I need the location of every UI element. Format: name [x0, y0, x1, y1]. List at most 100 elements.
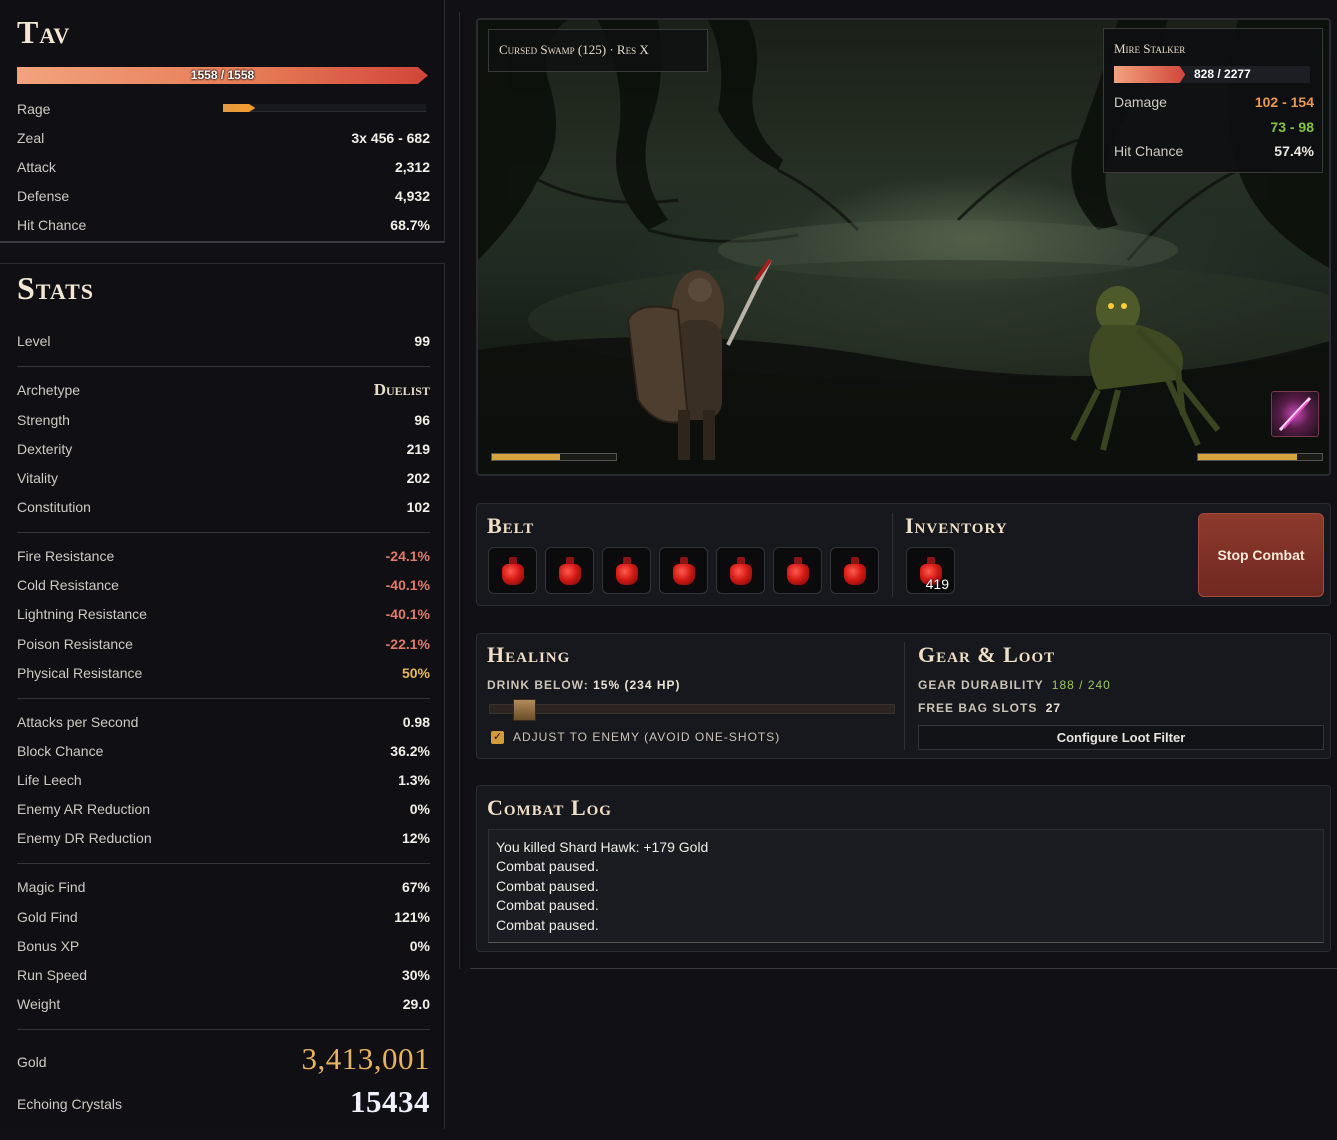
gear-title: Gear & Loot	[918, 642, 1056, 667]
log-line: Combat paused.	[496, 897, 599, 914]
stat-label: Lightning Resistance	[17, 606, 147, 622]
stat-label: Magic Find	[17, 879, 86, 895]
crystals-value: 15434	[350, 1084, 430, 1119]
misc-stat-row: Bonus XP 0%	[17, 936, 430, 956]
enemy-damage-label: Damage	[1114, 94, 1167, 110]
combat-log[interactable]: You killed Shard Hawk: +179 Gold Combat …	[488, 829, 1324, 943]
stat-label: Enemy DR Reduction	[17, 830, 152, 846]
stat-value: 50%	[401, 665, 430, 681]
drink-below-label: Drink below: 15% (234 HP)	[487, 678, 681, 692]
belt-slot[interactable]	[659, 547, 708, 594]
rage-bar	[223, 104, 426, 112]
stop-combat-button[interactable]: Stop Combat	[1198, 513, 1324, 597]
stat-value: 121%	[394, 909, 430, 925]
attribute-row: Vitality 202	[17, 468, 430, 488]
misc-stat-row: Run Speed 30%	[17, 965, 430, 985]
stat-value: 68.7%	[390, 217, 430, 233]
heal-threshold-thumb[interactable]	[513, 699, 536, 721]
enemy-action-bar-fill	[1198, 454, 1298, 460]
adjust-enemy-label: Adjust to enemy (avoid one-shots)	[513, 730, 781, 744]
enemy-hit-value: 57.4%	[1274, 143, 1314, 159]
bottom-divider	[470, 968, 1337, 969]
divider	[17, 1029, 430, 1030]
stat-label: Strength	[17, 412, 70, 428]
healing-title: Healing	[487, 642, 571, 667]
defense-row: Defense 4,932	[17, 186, 430, 206]
stat-value: 0%	[409, 801, 430, 817]
stat-value: 219	[406, 441, 430, 457]
gold-label: Gold	[17, 1054, 47, 1070]
drink-below-value: 15% (234 HP)	[593, 678, 681, 692]
combat-stat-row: Attacks per Second 0.98	[17, 712, 430, 732]
free-bag-value: 27	[1045, 701, 1062, 715]
attribute-row: Strength 96	[17, 410, 430, 430]
belt-slot[interactable]	[716, 547, 765, 594]
stat-label: Level	[17, 333, 51, 349]
stat-label: Enemy AR Reduction	[17, 801, 151, 817]
resistance-row: Cold Resistance -40.1%	[17, 575, 430, 595]
heal-threshold-slider[interactable]	[489, 704, 895, 714]
hero-name: Tav	[17, 14, 71, 50]
stat-label: Attacks per Second	[17, 714, 139, 730]
resistance-row: Physical Resistance 50%	[17, 663, 430, 683]
divider	[17, 366, 430, 367]
belt-title: Belt	[487, 513, 535, 538]
crystals-label: Echoing Crystals	[17, 1096, 123, 1112]
stat-value: -24.1%	[385, 548, 430, 564]
hit-chance-row: Hit Chance 68.7%	[17, 215, 430, 235]
belt-slot[interactable]	[773, 547, 822, 594]
adjust-enemy-checkbox[interactable]: ✓	[491, 731, 504, 744]
stat-value: 2,312	[394, 159, 430, 175]
belt-slot[interactable]	[488, 547, 537, 594]
stat-label: Fire Resistance	[17, 548, 115, 564]
enemy-hp-fill	[1114, 66, 1186, 83]
drink-below-text: Drink below:	[487, 678, 589, 692]
player-action-bar	[491, 453, 617, 461]
combat-log-title: Combat Log	[487, 795, 612, 820]
attack-row: Attack 2,312	[17, 157, 430, 177]
stat-value: 4,932	[394, 188, 430, 204]
configure-loot-filter-button[interactable]: Configure Loot Filter	[918, 725, 1324, 750]
stat-value: 67%	[401, 879, 430, 895]
stat-label: Defense	[17, 188, 70, 204]
free-bag-row: Free bag slots 27	[918, 701, 1061, 715]
stat-label: Bonus XP	[17, 938, 80, 954]
gold-value: 3,413,001	[301, 1041, 430, 1076]
red-potion-icon	[843, 556, 866, 585]
belt-slot[interactable]	[545, 547, 594, 594]
hero-panel: Tav 1558 / 1558 Rage Zeal 3x 456 - 682 A…	[0, 0, 445, 243]
enemy-hit-row: Hit Chance 57.4%	[1114, 143, 1314, 159]
stat-value: -40.1%	[385, 577, 430, 593]
stat-label: Dexterity	[17, 441, 73, 457]
inventory-slot[interactable]: 419	[906, 547, 955, 594]
belt-slot[interactable]	[602, 547, 651, 594]
zone-label: Cursed Swamp (125) · Res X	[488, 29, 708, 72]
log-line: Combat paused.	[496, 877, 599, 894]
enemy-hp-bar: 828 / 2277	[1114, 66, 1310, 83]
misc-stat-row: Magic Find 67%	[17, 877, 430, 897]
stat-label: Constitution	[17, 499, 91, 515]
column-divider	[459, 12, 460, 969]
enemy-info-panel: Mire Stalker 828 / 2277 Damage 102 - 154…	[1103, 28, 1323, 173]
enemy-damage-physical: 102 - 154	[1254, 94, 1314, 110]
stats-panel: Stats Level 99 Archetype Duelist Strengt…	[0, 263, 445, 1129]
stat-label: Hit Chance	[17, 217, 87, 233]
stat-value: 29.0	[402, 996, 430, 1012]
gear-durability-label: Gear durability	[918, 678, 1044, 692]
level-row: Level 99	[17, 331, 430, 351]
attribute-row: Dexterity 219	[17, 439, 430, 459]
hero-hp-text: 1558 / 1558	[190, 68, 255, 82]
arcane-slash-icon[interactable]	[1271, 391, 1319, 437]
stat-label: Run Speed	[17, 967, 88, 983]
hero-hp-bar: 1558 / 1558	[17, 67, 428, 84]
log-line: Combat paused.	[496, 916, 599, 933]
red-potion-icon	[615, 556, 638, 585]
stat-value: 3x 456 - 682	[351, 130, 430, 146]
belt-slot[interactable]	[830, 547, 879, 594]
stat-label: Gold Find	[17, 909, 78, 925]
combat-stat-row: Enemy DR Reduction 12%	[17, 828, 430, 848]
enemy-hit-label: Hit Chance	[1114, 143, 1184, 159]
gear-durability-row: Gear durability 188 / 240	[918, 678, 1111, 692]
stats-title: Stats	[17, 270, 95, 306]
stat-value: 96	[414, 412, 430, 428]
